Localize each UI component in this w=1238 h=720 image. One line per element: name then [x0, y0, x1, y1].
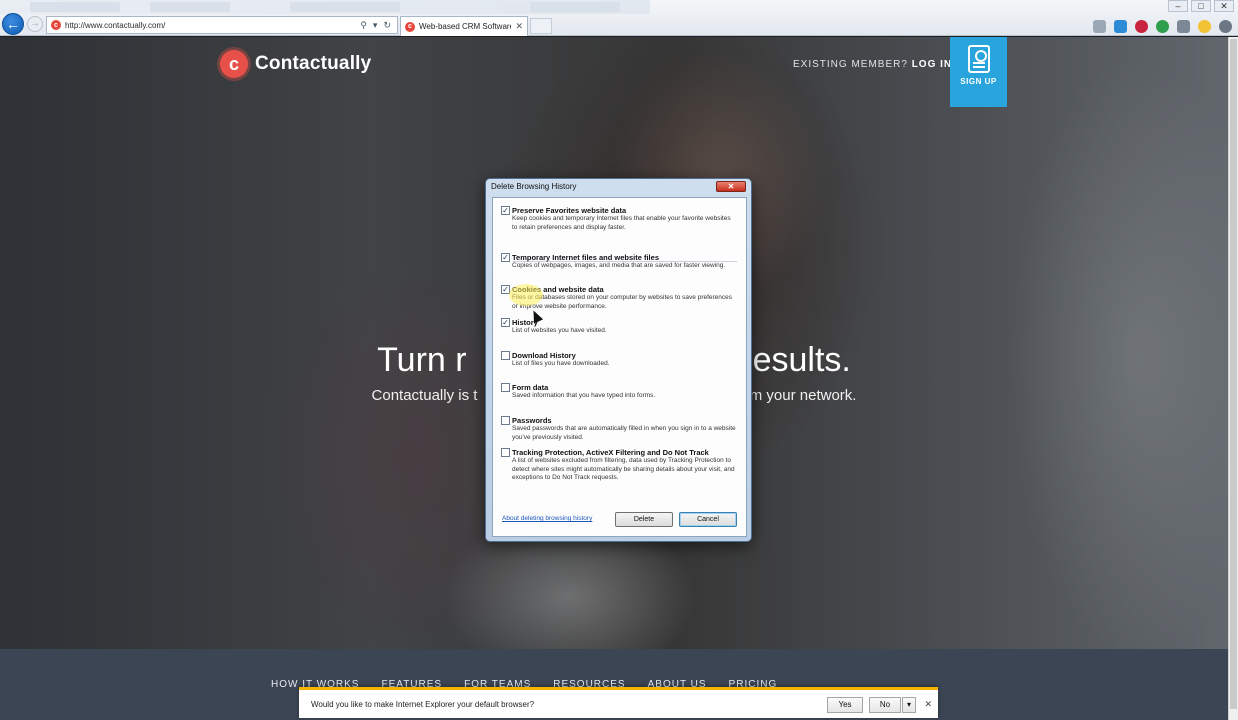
signup-button[interactable]: SIGN UP — [950, 37, 1007, 107]
login-area: EXISTING MEMBER? LOG IN — [793, 59, 952, 70]
close-window-button[interactable]: ✕ — [1214, 0, 1234, 12]
refresh-icon[interactable]: ↻ — [383, 20, 391, 31]
contactually-logo-icon: c — [220, 50, 248, 78]
back-button[interactable]: ← — [2, 13, 24, 35]
option-label[interactable]: Tracking Protection, ActiveX Filtering a… — [512, 448, 709, 457]
checkbox-passwords[interactable] — [501, 416, 510, 425]
option-temporary-files: ✓ Temporary Internet files and website fi… — [501, 253, 737, 271]
tab-favicon-icon: c — [405, 21, 415, 32]
option-tracking-protection: Tracking Protection, ActiveX Filtering a… — [501, 448, 737, 483]
option-form-data: Form data Saved information that you hav… — [501, 383, 737, 401]
background-tab — [30, 2, 120, 12]
scrollbar-thumb[interactable] — [1230, 39, 1237, 709]
gear-icon[interactable] — [1219, 20, 1232, 33]
browser-chrome: ← → c http://www.contactually.com/ ⚲ ▾ ↻… — [0, 0, 1238, 36]
tab-contactually[interactable]: c Web-based CRM Software ... ✕ — [400, 16, 528, 36]
option-description: List of files you have downloaded. — [512, 360, 610, 367]
hero-subtitle-left: Contactually is t — [371, 387, 478, 404]
extension-icon[interactable] — [1093, 20, 1106, 33]
forward-button[interactable]: → — [27, 16, 43, 32]
address-url[interactable]: http://www.contactually.com/ — [65, 21, 360, 30]
option-passwords: Passwords Saved passwords that are autom… — [501, 416, 737, 442]
option-description: Saved passwords that are automatically f… — [512, 425, 736, 441]
favorites-star-icon[interactable] — [1198, 20, 1211, 33]
checkbox-history[interactable]: ✓ — [501, 318, 510, 327]
hero-title-right: esults. — [752, 341, 851, 379]
user-card-icon — [967, 45, 990, 73]
site-logo[interactable]: c Contactually — [220, 50, 371, 78]
maximize-button[interactable]: □ — [1191, 0, 1211, 12]
security-icon[interactable] — [1156, 20, 1169, 33]
cancel-button[interactable]: Cancel — [679, 512, 737, 527]
home-icon[interactable] — [1177, 20, 1190, 33]
delete-button[interactable]: Delete — [615, 512, 673, 527]
notification-close-icon[interactable]: ✕ — [924, 699, 932, 710]
option-label[interactable]: Temporary Internet files and website fil… — [512, 253, 659, 262]
checkbox-preserve-favorites[interactable]: ✓ — [501, 206, 510, 215]
checkbox-temporary-files[interactable]: ✓ — [501, 253, 510, 262]
address-bar[interactable]: c http://www.contactually.com/ ⚲ ▾ ↻ — [46, 16, 398, 34]
hero-subtitle-right: om your network. — [741, 387, 857, 404]
option-label[interactable]: Form data — [512, 383, 548, 392]
login-link[interactable]: LOG IN — [912, 59, 952, 70]
no-button[interactable]: No — [869, 697, 901, 713]
delete-browsing-history-dialog: Delete Browsing History ✕ ✓ Preserve Favo… — [485, 178, 752, 542]
option-preserve-favorites: ✓ Preserve Favorites website data Keep co… — [501, 206, 737, 232]
about-deleting-history-link[interactable]: About deleting browsing history — [502, 515, 592, 522]
notification-message: Would you like to make Internet Explorer… — [311, 700, 535, 709]
option-download-history: Download History List of files you have … — [501, 351, 737, 369]
dialog-body: ✓ Preserve Favorites website data Keep co… — [492, 197, 747, 537]
forward-arrow-icon: → — [30, 18, 40, 29]
dropdown-icon[interactable]: ▾ — [373, 20, 378, 31]
new-tab-button[interactable] — [530, 18, 552, 34]
checkbox-tracking-protection[interactable] — [501, 448, 510, 457]
back-arrow-icon: ← — [6, 16, 20, 32]
minimize-button[interactable]: – — [1168, 0, 1188, 12]
addon-icon[interactable] — [1135, 20, 1148, 33]
option-label[interactable]: Download History — [512, 351, 576, 360]
background-tab — [150, 2, 230, 12]
option-description: Files or databases stored on your comput… — [512, 294, 733, 310]
chevron-down-icon: ▾ — [906, 700, 911, 709]
toolbar-icons — [1093, 20, 1232, 33]
tab-close-icon[interactable]: ✕ — [511, 21, 527, 32]
default-browser-notification: Would you like to make Internet Explorer… — [299, 687, 938, 718]
tab-title: Web-based CRM Software ... — [419, 22, 512, 31]
logo-text: Contactually — [255, 53, 372, 74]
option-description: List of websites you have visited. — [512, 327, 607, 334]
background-tab — [290, 2, 400, 12]
checkbox-form-data[interactable] — [501, 383, 510, 392]
login-prefix: EXISTING MEMBER? — [793, 59, 908, 70]
window-controls: – □ ✕ — [1168, 0, 1234, 12]
close-icon: ✕ — [727, 182, 735, 191]
feedback-icon[interactable] — [1114, 20, 1127, 33]
background-tab — [530, 2, 620, 12]
checkbox-download-history[interactable] — [501, 351, 510, 360]
option-label[interactable]: Preserve Favorites website data — [512, 206, 626, 215]
background-window-strip — [0, 0, 650, 14]
signup-label: SIGN UP — [960, 77, 997, 86]
hero-title-left: Turn r — [377, 341, 467, 379]
site-favicon-icon: c — [51, 20, 61, 30]
option-description: A list of websites excluded from filteri… — [512, 457, 735, 481]
dialog-title: Delete Browsing History — [491, 182, 577, 191]
no-options-dropdown[interactable]: ▾ — [902, 697, 916, 713]
option-description: Keep cookies and temporary Internet file… — [512, 215, 731, 231]
cursor-highlight — [509, 284, 543, 306]
option-label[interactable]: Passwords — [512, 416, 552, 425]
option-description: Saved information that you have typed in… — [512, 392, 656, 399]
yes-button[interactable]: Yes — [827, 697, 863, 713]
dialog-close-button[interactable]: ✕ — [716, 181, 746, 192]
search-icon[interactable]: ⚲ — [360, 20, 367, 31]
option-description: Copies of webpages, images, and media th… — [512, 262, 726, 269]
page-scrollbar[interactable] — [1228, 37, 1238, 720]
